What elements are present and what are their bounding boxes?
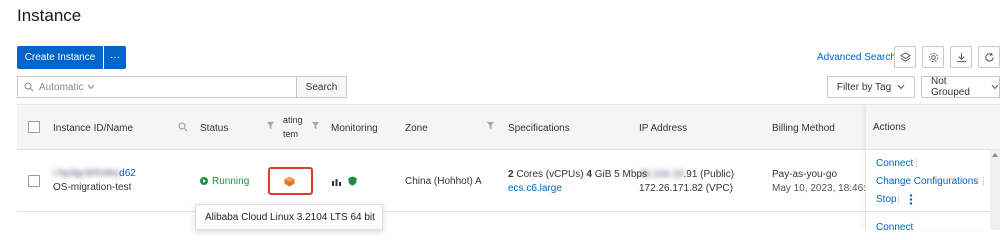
chevron-down-icon: [897, 84, 905, 90]
os-tooltip: Alibaba Cloud Linux 3.2104 LTS 64 bit: [195, 204, 383, 230]
settings-icon[interactable]: [922, 46, 944, 68]
filter-icon[interactable]: [486, 121, 495, 130]
alibaba-linux-icon[interactable]: [284, 176, 295, 187]
scroll-up-arrow[interactable]: [992, 153, 998, 157]
header-monitoring: Monitoring: [331, 123, 378, 134]
header-specifications: Specifications: [508, 123, 570, 134]
status-badge: Running: [200, 176, 249, 187]
scrollbar[interactable]: [990, 150, 1000, 230]
zone-cell: China (Hohhot) A: [405, 176, 482, 187]
filter-icon[interactable]: [311, 121, 320, 130]
advanced-search-link[interactable]: Advanced Search: [817, 52, 896, 63]
connect-link[interactable]: Connect: [876, 158, 913, 169]
instance-name: OS-migration-test: [53, 182, 132, 193]
table-header: Instance ID/Name Status ating tem Monito…: [17, 104, 1000, 150]
header-billing: Billing Method: [772, 123, 835, 134]
group-label: Not Grouped: [931, 76, 970, 98]
header-zone: Zone: [405, 123, 428, 134]
instance-id-redacted: i-hp3gc9rfm8nj: [53, 168, 120, 179]
search-icon[interactable]: [178, 122, 188, 132]
private-ip: 172.26.171.82 (VPC): [639, 183, 733, 194]
shield-icon[interactable]: [348, 176, 357, 186]
running-icon: [200, 177, 208, 185]
stop-link[interactable]: Stop: [876, 194, 897, 205]
search-input[interactable]: Automatic: [17, 76, 297, 98]
cores-label: Cores (vCPUs): [516, 169, 584, 180]
action-divider: |: [982, 176, 985, 187]
header-ip: IP Address: [639, 123, 688, 134]
more-actions-icon[interactable]: [909, 194, 913, 205]
table-row: i-hp3gc9rfm8njd62 OS-migration-test Runn…: [17, 150, 1000, 212]
page-title: Instance: [17, 6, 82, 25]
public-ip: 39.104.18.91 (Public): [639, 169, 734, 180]
connect-link[interactable]: Connect: [876, 222, 913, 233]
header-instance: Instance ID/Name: [53, 123, 134, 134]
instance-type-link[interactable]: ecs.c6.large: [508, 183, 562, 194]
filter-tag-label: Filter by Tag: [836, 81, 892, 93]
table-row: [17, 212, 1000, 230]
public-ip-redacted: 39.104.18: [639, 169, 684, 180]
row-checkbox[interactable]: [28, 175, 40, 187]
instance-id-link[interactable]: i-hp3gc9rfm8njd62: [53, 168, 136, 179]
public-ip-suffix: .91 (Public): [683, 169, 735, 180]
action-divider: |: [915, 158, 918, 169]
change-config-link[interactable]: Change Configurations: [876, 176, 978, 187]
spec-summary: 2 Cores (vCPUs) 4 GiB 5 Mbps: [508, 169, 647, 180]
refresh-icon[interactable]: [978, 46, 1000, 68]
action-divider: |: [897, 194, 900, 205]
filter-by-tag-dropdown[interactable]: Filter by Tag: [827, 76, 915, 98]
search-placeholder: Automatic: [39, 81, 84, 93]
mem-value: 4: [586, 169, 592, 180]
cores-value: 2: [508, 169, 514, 180]
chevron-down-icon: [88, 84, 95, 90]
search-icon: [24, 82, 34, 92]
filter-icon[interactable]: [266, 121, 275, 130]
header-os-line2: tem: [283, 129, 299, 139]
status-text: Running: [212, 176, 250, 187]
more-options-button[interactable]: ···: [104, 46, 126, 69]
header-actions: Actions: [873, 122, 906, 133]
select-all-checkbox[interactable]: [28, 121, 40, 133]
chart-icon[interactable]: [331, 177, 342, 186]
create-instance-button[interactable]: Create Instance: [17, 46, 103, 69]
chevron-down-icon: [991, 84, 999, 90]
search-button[interactable]: Search: [296, 76, 347, 98]
mem-label: GiB: [594, 169, 612, 180]
actions-column: Actions Connect | Change Configurations …: [865, 104, 991, 233]
download-icon[interactable]: [950, 46, 972, 68]
billing-date: May 10, 2023, 18:46:00: [772, 183, 865, 194]
header-os-line1: ating: [283, 115, 303, 125]
layers-icon[interactable]: [894, 46, 916, 68]
group-dropdown[interactable]: Not Grouped: [921, 76, 1000, 98]
monitoring-cell: [331, 176, 357, 189]
billing-method: Pay-as-you-go: [772, 169, 838, 180]
header-status: Status: [200, 123, 229, 134]
instance-id-suffix: d62: [119, 168, 136, 179]
